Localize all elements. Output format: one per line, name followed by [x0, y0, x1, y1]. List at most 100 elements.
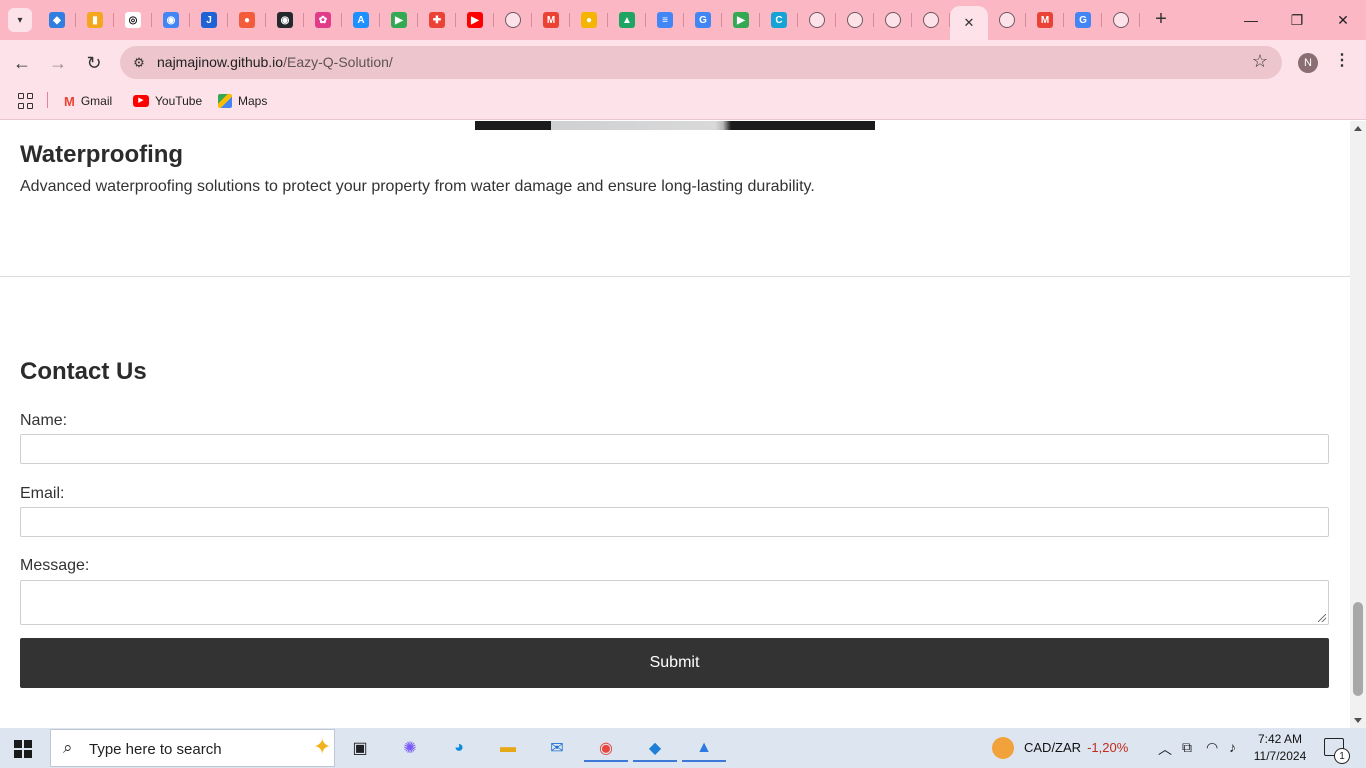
address-bar[interactable]: ⚙ najmajinow.github.io/Eazy-Q-Solution/ … — [120, 46, 1282, 79]
chevron-up-icon[interactable]: ︿ — [1158, 739, 1172, 759]
browser-tab[interactable]: ◆ — [38, 0, 76, 40]
google-icon: G — [695, 12, 711, 28]
window-close-button[interactable]: ✕ — [1320, 0, 1366, 40]
browser-tab[interactable]: ◉ — [266, 0, 304, 40]
windows-start-icon[interactable] — [14, 740, 32, 758]
analytics-icon: ▮ — [87, 12, 103, 28]
browser-tab[interactable]: C — [760, 0, 798, 40]
bookmark-youtube[interactable]: ▶ YouTube — [133, 92, 202, 110]
mail-icon[interactable]: ✉ — [543, 734, 571, 762]
stock-ticker[interactable]: CAD/ZAR -1,20% — [1024, 740, 1128, 755]
browser-tab[interactable] — [874, 0, 912, 40]
browser-tab[interactable]: ● — [570, 0, 608, 40]
tab-list: ◆ ▮ ◎ ◉ J ● ◉ ✿ A ▶ ✚ ▶ M ● ▲ ≡ G ▶ C ✕ M G — [38, 0, 1140, 40]
browser-tab[interactable]: ◎ — [114, 0, 152, 40]
browser-tab[interactable]: M — [1026, 0, 1064, 40]
play-store-icon: ▶ — [391, 12, 407, 28]
docs-icon: ≡ — [657, 12, 673, 28]
apps-grid-icon[interactable] — [18, 93, 34, 109]
browser-tab[interactable] — [988, 0, 1026, 40]
stock-ticker-icon[interactable] — [992, 737, 1014, 759]
arrow-right-icon: → — [49, 52, 67, 73]
browser-tab[interactable]: ▶ — [722, 0, 760, 40]
browser-tab[interactable]: ◉ — [152, 0, 190, 40]
browser-tab[interactable]: G — [684, 0, 722, 40]
chrome-icon[interactable]: ◉ — [584, 734, 628, 762]
photos-icon[interactable]: ▲ — [682, 734, 726, 762]
browser-tab[interactable]: A — [342, 0, 380, 40]
clock[interactable]: 7:42 AM 11/7/2024 — [1252, 731, 1308, 765]
close-tab-icon[interactable]: ✕ — [964, 15, 975, 31]
browser-tab[interactable] — [798, 0, 836, 40]
bookmark-maps[interactable]: Maps — [218, 92, 267, 110]
lens-icon: ◉ — [163, 12, 179, 28]
tab-search-button[interactable]: ▾ — [8, 8, 32, 32]
site-info-icon[interactable]: ⚙ — [128, 52, 150, 74]
browser-tab[interactable]: ✚ — [418, 0, 456, 40]
name-field[interactable] — [20, 434, 1329, 464]
volume-icon[interactable]: ♪ — [1229, 739, 1236, 755]
profile-avatar[interactable]: N — [1298, 53, 1318, 73]
active-tab[interactable]: ✕ — [950, 6, 988, 40]
task-view-icon[interactable]: ▣ — [346, 734, 374, 762]
canva-icon: C — [771, 12, 787, 28]
back-button[interactable]: ← — [7, 48, 37, 78]
browser-tab[interactable]: ● — [228, 0, 266, 40]
submit-button[interactable]: Submit — [20, 638, 1329, 688]
notification-badge: 1 — [1334, 748, 1350, 764]
edge-icon[interactable]: ◕ — [445, 734, 473, 762]
browser-tab[interactable] — [494, 0, 532, 40]
browser-tab[interactable]: ≡ — [646, 0, 684, 40]
minimize-button[interactable]: — — [1228, 0, 1274, 40]
file-explorer-icon[interactable]: ▬ — [494, 734, 522, 762]
browser-tab[interactable]: ✿ — [304, 0, 342, 40]
page-scrollbar[interactable] — [1350, 121, 1366, 728]
browser-tab[interactable]: ▶ — [456, 0, 494, 40]
browser-tab[interactable] — [836, 0, 874, 40]
forward-button[interactable]: → — [43, 48, 73, 78]
globe-icon — [505, 12, 521, 28]
browser-tab[interactable]: ▲ — [608, 0, 646, 40]
resize-handle-icon[interactable] — [1318, 614, 1326, 622]
scroll-up-icon[interactable] — [1354, 126, 1362, 131]
gmail-icon: M — [543, 12, 559, 28]
browser-tab[interactable] — [912, 0, 950, 40]
openai-icon: ◎ — [125, 12, 141, 28]
restore-button[interactable]: ❐ — [1274, 0, 1320, 40]
wifi-icon[interactable]: ◠ — [1206, 739, 1218, 756]
google-icon: G — [1075, 12, 1091, 28]
browser-tab[interactable] — [1102, 0, 1140, 40]
message-label: Message: — [20, 557, 90, 574]
github-icon: ◉ — [277, 12, 293, 28]
browser-tab[interactable]: M — [532, 0, 570, 40]
scroll-down-icon[interactable] — [1354, 718, 1362, 723]
browser-tab[interactable]: ▶ — [380, 0, 418, 40]
sparkle-icon: ✦ — [313, 734, 332, 759]
email-field[interactable] — [20, 507, 1329, 537]
copilot-icon[interactable]: ✺ — [396, 734, 424, 762]
browser-tab[interactable]: J — [190, 0, 228, 40]
reload-icon: ↻ — [86, 52, 102, 73]
maps-icon — [218, 94, 232, 108]
url-text[interactable]: najmajinow.github.io/Eazy-Q-Solution/ — [157, 54, 393, 70]
email-label: Email: — [20, 485, 65, 502]
globe-icon — [999, 12, 1015, 28]
browser-toolbar: ← → ↻ ⚙ najmajinow.github.io/Eazy-Q-Solu… — [0, 40, 1366, 86]
bookmark-gmail[interactable]: M Gmail — [64, 92, 112, 110]
clock-time: 7:42 AM — [1257, 732, 1303, 746]
new-tab-button[interactable]: + — [1150, 9, 1172, 31]
message-field[interactable] — [20, 580, 1329, 625]
play-console-icon: ▶ — [733, 12, 749, 28]
reload-button[interactable]: ↻ — [79, 48, 109, 78]
vscode-taskbar-icon[interactable]: ◆ — [633, 734, 677, 762]
scrollbar-thumb[interactable] — [1353, 602, 1363, 696]
meet-now-icon[interactable]: ⧉ — [1182, 739, 1192, 756]
taskbar-search[interactable]: ⌕ Type here to search ✦ — [50, 729, 335, 767]
bookmarks-separator — [47, 92, 48, 108]
bookmark-star-icon[interactable]: ☆ — [1252, 51, 1268, 72]
browser-tab[interactable]: ▮ — [76, 0, 114, 40]
globe-icon — [923, 12, 939, 28]
app-icon: ● — [239, 12, 255, 28]
browser-tab[interactable]: G — [1064, 0, 1102, 40]
more-menu-icon[interactable]: ⋮ — [1334, 50, 1350, 70]
